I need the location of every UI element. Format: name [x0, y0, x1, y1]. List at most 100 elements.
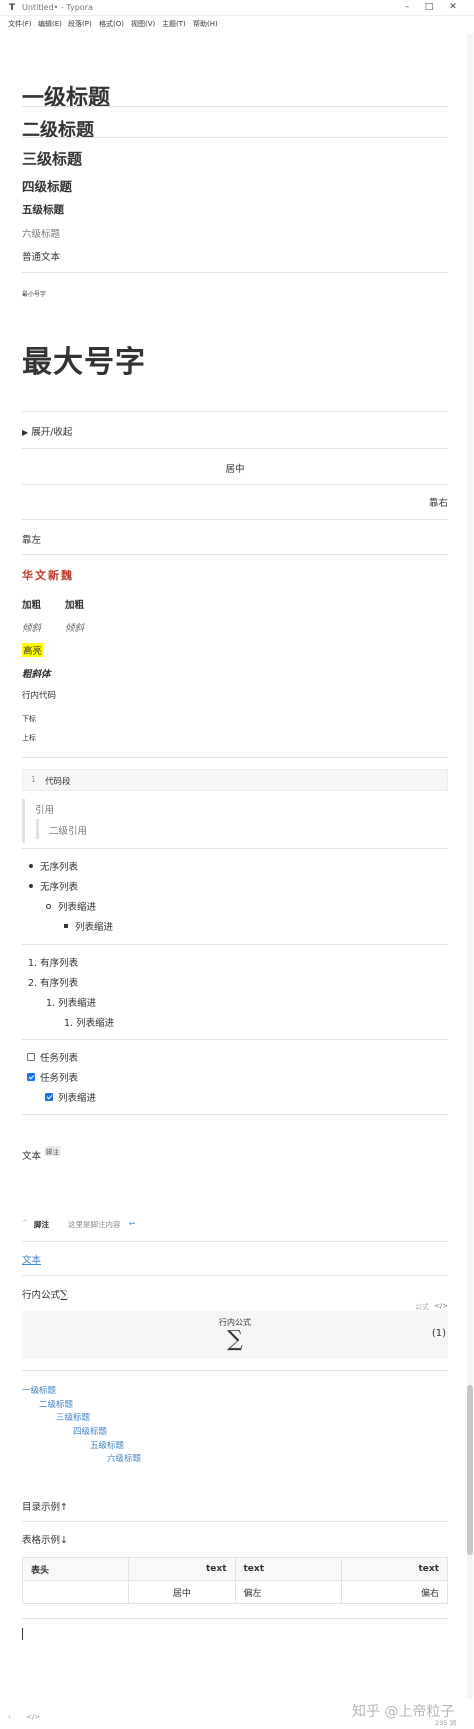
center-aligned-text[interactable]: 居中: [22, 461, 448, 475]
list-item-text: 有序列表: [40, 978, 79, 989]
list-marker: 1.: [28, 958, 38, 969]
divider: [22, 448, 448, 449]
code-block[interactable]: 1 代码段: [22, 769, 448, 791]
ordered-list-item[interactable]: 1. 列表缩进: [46, 995, 96, 1009]
menu-theme[interactable]: 主题(T): [162, 19, 186, 29]
table-header-cell[interactable]: text: [340, 1557, 449, 1581]
math-block[interactable]: 行内公式 ∑ (1): [22, 1311, 448, 1359]
divider: [22, 944, 448, 945]
list-marker: 1.: [46, 998, 56, 1009]
window-title: Untitled• - Typora: [22, 3, 93, 12]
divider: [22, 484, 448, 485]
right-aligned-text[interactable]: 靠右: [22, 495, 448, 509]
divider: [22, 1039, 448, 1040]
menu-file[interactable]: 文件(F): [8, 19, 32, 29]
footnote-caret: ^: [22, 1219, 28, 1227]
list-item[interactable]: 无序列表: [40, 859, 78, 873]
footnote-backlink-icon[interactable]: ↩: [129, 1219, 135, 1228]
toc-item[interactable]: 六级标题: [107, 1452, 141, 1464]
footnote-text[interactable]: 文本: [22, 1148, 41, 1162]
word-count[interactable]: 235 词: [435, 1717, 456, 1727]
italic-text[interactable]: 倾斜: [22, 620, 41, 634]
heading-2[interactable]: 二级标题: [22, 116, 94, 142]
table-cell[interactable]: 偏左: [234, 1580, 342, 1604]
table-example-text[interactable]: 表格示例↓: [22, 1532, 68, 1546]
menu-view[interactable]: 视图(V): [131, 19, 155, 29]
table-header-cell[interactable]: text: [128, 1557, 236, 1581]
menu-format[interactable]: 格式(O): [99, 19, 124, 29]
ordered-list-item[interactable]: 1. 列表缩进: [64, 1015, 114, 1029]
heading-5[interactable]: 五级标题: [22, 202, 64, 217]
ordered-list-item[interactable]: 2. 有序列表: [28, 975, 78, 989]
scrollbar-thumb[interactable]: [467, 1385, 473, 1555]
normal-text[interactable]: 普通文本: [22, 249, 60, 263]
divider: [22, 554, 448, 555]
table-cell[interactable]: [21, 1580, 130, 1604]
nav-back-icon[interactable]: ‹: [8, 1713, 11, 1721]
inline-math-line[interactable]: 行内公式∑: [22, 1287, 68, 1301]
heading-2-underline: [22, 137, 448, 138]
footnote-content[interactable]: 这里是脚注内容: [68, 1219, 121, 1230]
minimize-icon[interactable]: –: [400, 2, 414, 14]
toc-item[interactable]: 一级标题: [22, 1384, 56, 1396]
table-header-cell[interactable]: text: [234, 1557, 342, 1581]
inline-code[interactable]: 行内代码: [22, 689, 56, 701]
task-checkbox-checked[interactable]: [45, 1093, 53, 1101]
task-item[interactable]: 列表缩进: [58, 1090, 96, 1104]
details-toggle[interactable]: ▶ 展开/收起: [22, 424, 72, 438]
ordered-list-item[interactable]: 1. 有序列表: [28, 955, 78, 969]
heading-3[interactable]: 三级标题: [22, 148, 82, 169]
superscript-text[interactable]: 上标: [22, 733, 36, 743]
menu-edit[interactable]: 编辑(E): [38, 19, 62, 29]
table-cell[interactable]: 偏右: [340, 1580, 449, 1604]
close-icon[interactable]: ✕: [446, 2, 460, 14]
list-item[interactable]: 列表缩进: [75, 919, 113, 933]
italic-text[interactable]: 倾斜: [65, 620, 84, 634]
footnote-reference[interactable]: 脚注: [44, 1146, 61, 1156]
maximize-icon[interactable]: □: [422, 2, 436, 14]
table-header-cell[interactable]: 表头: [21, 1557, 130, 1581]
divider: [22, 1275, 448, 1276]
divider: [22, 1114, 448, 1115]
task-item[interactable]: 任务列表: [40, 1070, 78, 1084]
hyperlink[interactable]: 文本: [22, 1252, 41, 1266]
toc-item[interactable]: 三级标题: [56, 1411, 90, 1423]
smallest-text[interactable]: 最小号字: [22, 289, 46, 298]
bold-text[interactable]: 加粗: [22, 597, 41, 611]
toc-item[interactable]: 五级标题: [90, 1439, 124, 1451]
menu-help[interactable]: 帮助(H): [193, 19, 218, 29]
bold-text[interactable]: 加粗: [65, 597, 84, 611]
code-toggle-icon[interactable]: </>: [434, 1302, 448, 1310]
table-cell[interactable]: 居中: [128, 1580, 236, 1604]
bold-italic-text[interactable]: 粗斜体: [22, 666, 51, 680]
footnote-label[interactable]: 脚注: [34, 1219, 49, 1230]
toc-item[interactable]: 四级标题: [73, 1425, 107, 1437]
nested-blockquote[interactable]: 二级引用: [36, 819, 236, 839]
list-marker: 1.: [64, 1018, 74, 1029]
menu-paragraph[interactable]: 段落(P): [68, 19, 92, 29]
bullet-disc-icon: [29, 884, 33, 888]
quote-text: 引用: [35, 805, 55, 816]
heading-6[interactable]: 六级标题: [22, 226, 60, 240]
heading-1[interactable]: 一级标题: [22, 80, 110, 112]
subscript-text[interactable]: 下标: [22, 714, 36, 724]
list-item[interactable]: 无序列表: [40, 879, 78, 893]
toc-item[interactable]: 二级标题: [39, 1398, 73, 1410]
data-table[interactable]: 表头 text text text 居中 偏左 偏右: [21, 1557, 449, 1604]
toc-example-text[interactable]: 目录示例↑: [22, 1499, 68, 1513]
task-item[interactable]: 任务列表: [40, 1050, 78, 1064]
divider: [22, 1618, 448, 1619]
custom-font-text[interactable]: 华文新魏: [22, 567, 74, 583]
list-item[interactable]: 列表缩进: [58, 899, 96, 913]
heading-4[interactable]: 四级标题: [22, 176, 72, 195]
largest-text[interactable]: 最大号字: [22, 337, 146, 381]
sigma-symbol: ∑: [60, 1288, 68, 1301]
left-aligned-text[interactable]: 靠左: [22, 532, 41, 546]
highlighted-text[interactable]: 高亮: [22, 643, 44, 657]
triangle-right-icon: ▶: [22, 428, 29, 437]
task-checkbox[interactable]: [27, 1053, 35, 1061]
bullet-disc-icon: [29, 864, 33, 868]
task-checkbox-checked[interactable]: [27, 1073, 35, 1081]
source-code-mode-icon[interactable]: </>: [26, 1713, 40, 1721]
blockquote[interactable]: 引用 二级引用: [22, 799, 448, 843]
